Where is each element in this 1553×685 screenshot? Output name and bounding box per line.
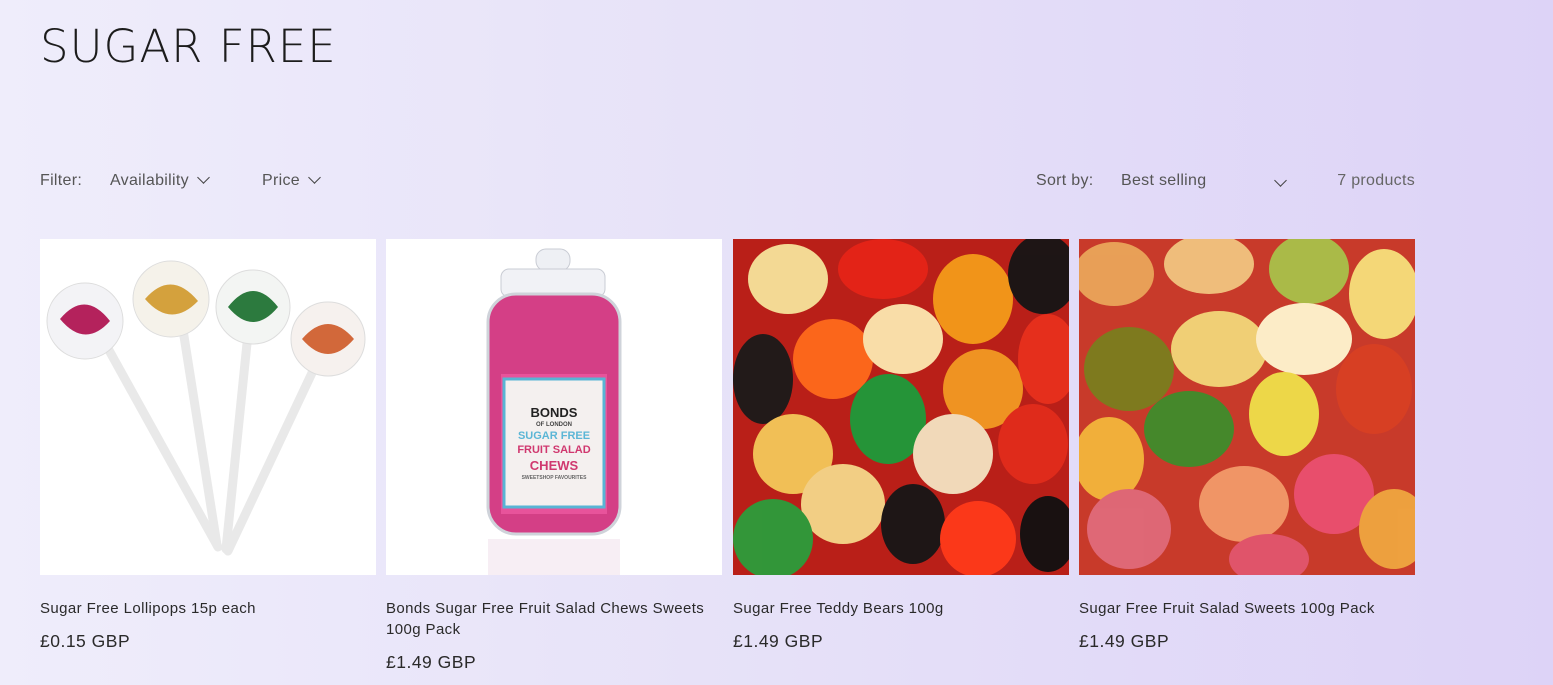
product-card[interactable]: Sugar Free Teddy Bears 100g £1.49 GBP — [733, 239, 1069, 651]
chevron-down-icon — [197, 171, 210, 184]
filter-sort-toolbar: Filter: Availability Price Sort by: Best… — [40, 170, 1415, 194]
sort-select[interactable]: Best selling — [1121, 170, 1301, 194]
product-name[interactable]: Sugar Free Fruit Salad Sweets 100g Pack — [1079, 598, 1409, 619]
product-image-teddy-bear-gummies[interactable] — [733, 239, 1069, 575]
jar-label: BONDS OF LONDON SUGAR FREE FRUIT SALAD C… — [504, 379, 604, 507]
product-image-fruit-gummies[interactable] — [1079, 239, 1415, 575]
price-filter-label: Price — [262, 172, 300, 189]
product-price: £1.49 GBP — [386, 652, 477, 672]
filter-label: Filter: — [40, 172, 83, 189]
availability-filter-label: Availability — [110, 172, 189, 189]
jar-label-sugar-free: SUGAR FREE — [517, 430, 591, 442]
page-title: SUGAR FREE — [40, 20, 337, 73]
chevron-down-icon — [1274, 174, 1287, 187]
product-card[interactable]: Sugar Free Lollipops 15p each £0.15 GBP — [40, 239, 376, 651]
jar-label-chews: CHEWS — [529, 458, 579, 473]
product-name[interactable]: Sugar Free Lollipops 15p each — [40, 598, 370, 619]
jar-label-fruit-salad: FRUIT SALAD — [517, 444, 591, 456]
product-name[interactable]: Sugar Free Teddy Bears 100g — [733, 598, 1063, 619]
product-price: £1.49 GBP — [733, 631, 824, 651]
product-price: £1.49 GBP — [1079, 631, 1170, 651]
price-filter[interactable]: Price — [262, 171, 321, 190]
sort-selected-value: Best selling — [1121, 172, 1207, 189]
product-image-lollipops[interactable] — [40, 239, 376, 575]
jar-label-origin: OF LONDON — [536, 422, 572, 428]
sort-label: Sort by: — [1036, 172, 1094, 189]
product-card[interactable]: BONDS OF LONDON SUGAR FREE FRUIT SALAD C… — [386, 239, 722, 672]
product-count: 7 products — [1337, 172, 1415, 189]
jar-label-brand: BONDS — [530, 405, 578, 420]
availability-filter[interactable]: Availability — [110, 171, 210, 190]
product-name[interactable]: Bonds Sugar Free Fruit Salad Chews Sweet… — [386, 598, 716, 640]
jar-label-tagline: SWEETSHOP FAVOURITES — [521, 475, 587, 481]
product-image-jar-of-chews[interactable]: BONDS OF LONDON SUGAR FREE FRUIT SALAD C… — [386, 239, 722, 575]
chevron-down-icon — [308, 171, 321, 184]
product-card[interactable]: Sugar Free Fruit Salad Sweets 100g Pack … — [1079, 239, 1415, 651]
product-price: £0.15 GBP — [40, 631, 131, 651]
